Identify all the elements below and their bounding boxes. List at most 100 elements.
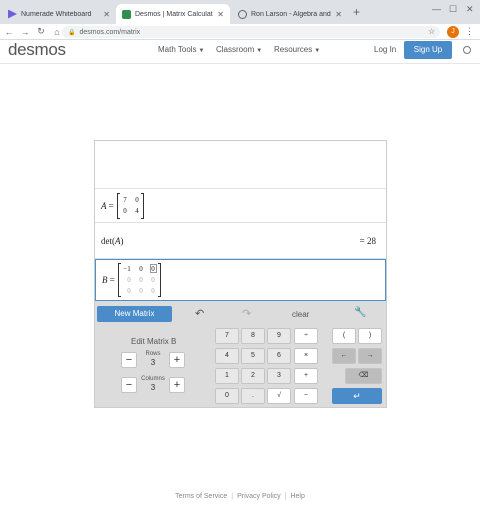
matrix-cell[interactable]: 0 [124, 287, 134, 295]
rows-label: Rows [145, 351, 161, 357]
key-plus[interactable]: + [294, 368, 318, 384]
key-minus[interactable]: − [294, 388, 318, 404]
clear-button[interactable]: clear [292, 310, 309, 319]
matrix-calculator: A = 7 0 0 4 det(A) = 28 B = −1 0 0 0 0 0… [94, 140, 387, 408]
right-bracket [141, 193, 144, 219]
help-link[interactable]: Help [290, 493, 304, 500]
bookmark-star-icon[interactable]: ☆ [428, 27, 435, 36]
footer-separator: | [231, 493, 234, 500]
tab-desmos-matrix[interactable]: Desmos | Matrix Calculator ✕ [116, 4, 230, 24]
matrix-cell[interactable]: 0 [136, 287, 146, 295]
key-1[interactable]: 1 [215, 368, 239, 384]
matrix-cell[interactable]: 0 [136, 265, 146, 273]
matrix-name: B = [102, 275, 115, 285]
tab-ron-larson[interactable]: Ron Larson - Algebra and Trigo... ✕ [232, 4, 348, 24]
key-5[interactable]: 5 [241, 348, 265, 364]
signup-button[interactable]: Sign Up [404, 41, 452, 59]
lock-icon: 🔒 [68, 29, 76, 36]
address-bar[interactable]: 🔒 desmos.com/matrix [62, 26, 440, 38]
matrix-cell[interactable]: 0 [148, 276, 158, 284]
browser-toolbar: ← → ↻ ⌂ 🔒 desmos.com/matrix ☆ J ⋮ [0, 24, 480, 40]
back-icon[interactable]: ← [2, 27, 16, 37]
undo-icon[interactable]: ↶ [195, 307, 204, 320]
key-3[interactable]: 3 [267, 368, 291, 384]
tab-label: Ron Larson - Algebra and Trigo... [251, 10, 331, 18]
profile-avatar[interactable]: J [447, 26, 459, 38]
arrow-right-key[interactable]: → [358, 348, 382, 364]
key-8[interactable]: 8 [241, 328, 265, 344]
key-7[interactable]: 7 [215, 328, 239, 344]
minimize-icon[interactable]: — [432, 4, 441, 14]
caret-down-icon: ▼ [256, 48, 263, 54]
matrix-cell[interactable]: 0 [124, 276, 134, 284]
terms-of-service-link[interactable]: Terms of Service [175, 493, 227, 500]
language-globe-icon[interactable] [463, 46, 471, 54]
matrix-cell[interactable]: 0 [136, 276, 146, 284]
reload-icon[interactable]: ↻ [34, 26, 48, 37]
privacy-policy-link[interactable]: Privacy Policy [237, 493, 281, 500]
desmos-logo[interactable]: desmos [8, 40, 66, 60]
site-header: desmos Math Tools ▼ Classroom ▼ Resources ▼… [0, 40, 480, 64]
columns-increment-button[interactable]: + [169, 377, 185, 393]
login-link[interactable]: Log In [374, 45, 396, 54]
close-icon[interactable]: ✕ [335, 10, 342, 19]
arrow-left-key[interactable]: ← [332, 348, 356, 364]
left-bracket [118, 263, 121, 297]
key-multiply[interactable]: × [294, 348, 318, 364]
key-6[interactable]: 6 [267, 348, 291, 364]
key-9[interactable]: 9 [267, 328, 291, 344]
enter-icon: ↵ [353, 391, 361, 401]
determinant-expression: det(A) [101, 236, 124, 246]
text-cursor [150, 264, 157, 273]
matrix-b-row[interactable]: B = −1 0 0 0 0 0 0 0 0 [95, 259, 386, 301]
site-footer: Terms of Service | Privacy Policy | Help [0, 493, 480, 500]
web-icon [238, 9, 247, 19]
redo-icon[interactable]: ↷ [242, 307, 251, 320]
caret-down-icon: ▼ [314, 48, 321, 54]
key-0[interactable]: 0 [215, 388, 239, 404]
edit-matrix-title: Edit Matrix B [131, 337, 177, 346]
matrix-cell[interactable]: 0 [120, 207, 130, 215]
forward-icon[interactable]: → [18, 27, 32, 37]
new-matrix-button[interactable]: New Matrix [97, 306, 172, 322]
nav-label: Classroom [216, 45, 255, 54]
keypad: New Matrix ↶ ↷ clear 🔧 Edit Matrix B − R… [95, 301, 386, 407]
nav-math-tools[interactable]: Math Tools ▼ [158, 45, 205, 54]
numerade-icon [8, 9, 17, 19]
backspace-key[interactable]: ⌫ [345, 368, 382, 384]
key-2[interactable]: 2 [241, 368, 265, 384]
maximize-icon[interactable]: ☐ [449, 4, 457, 15]
close-icon[interactable]: ✕ [103, 10, 110, 19]
empty-expression-row[interactable] [95, 141, 386, 189]
key-close-paren[interactable]: ) [358, 328, 382, 344]
wrench-settings-icon[interactable]: 🔧 [354, 307, 366, 318]
determinant-result: = 28 [359, 236, 376, 246]
backspace-icon: ⌫ [358, 372, 369, 379]
window-close-icon[interactable]: ✕ [466, 4, 474, 15]
rows-value: 3 [150, 358, 156, 367]
rows-increment-button[interactable]: + [169, 352, 185, 368]
key-divide[interactable]: ÷ [294, 328, 318, 344]
columns-value: 3 [150, 383, 156, 392]
key-decimal[interactable]: . [241, 388, 265, 404]
enter-key[interactable]: ↵ [332, 388, 382, 404]
matrix-cell[interactable]: 7 [120, 196, 130, 204]
matrix-cell[interactable]: 0 [148, 287, 158, 295]
right-bracket [158, 263, 161, 297]
determinant-row[interactable]: det(A) = 28 [95, 223, 386, 259]
key-sqrt[interactable]: √ [267, 388, 291, 404]
close-icon[interactable]: ✕ [217, 10, 224, 19]
footer-separator: | [284, 493, 287, 500]
nav-classroom[interactable]: Classroom ▼ [216, 45, 262, 54]
browser-menu-icon[interactable]: ⋮ [465, 26, 474, 37]
rows-decrement-button[interactable]: − [121, 352, 137, 368]
tab-numerade[interactable]: Numerade Whiteboard ✕ [2, 4, 116, 24]
caret-down-icon: ▼ [198, 48, 205, 54]
nav-resources[interactable]: Resources ▼ [274, 45, 320, 54]
columns-decrement-button[interactable]: − [121, 377, 137, 393]
key-open-paren[interactable]: ( [332, 328, 356, 344]
matrix-cell[interactable]: −1 [122, 265, 132, 273]
new-tab-icon[interactable]: + [353, 5, 360, 19]
matrix-a-row[interactable]: A = 7 0 0 4 [95, 189, 386, 223]
key-4[interactable]: 4 [215, 348, 239, 364]
